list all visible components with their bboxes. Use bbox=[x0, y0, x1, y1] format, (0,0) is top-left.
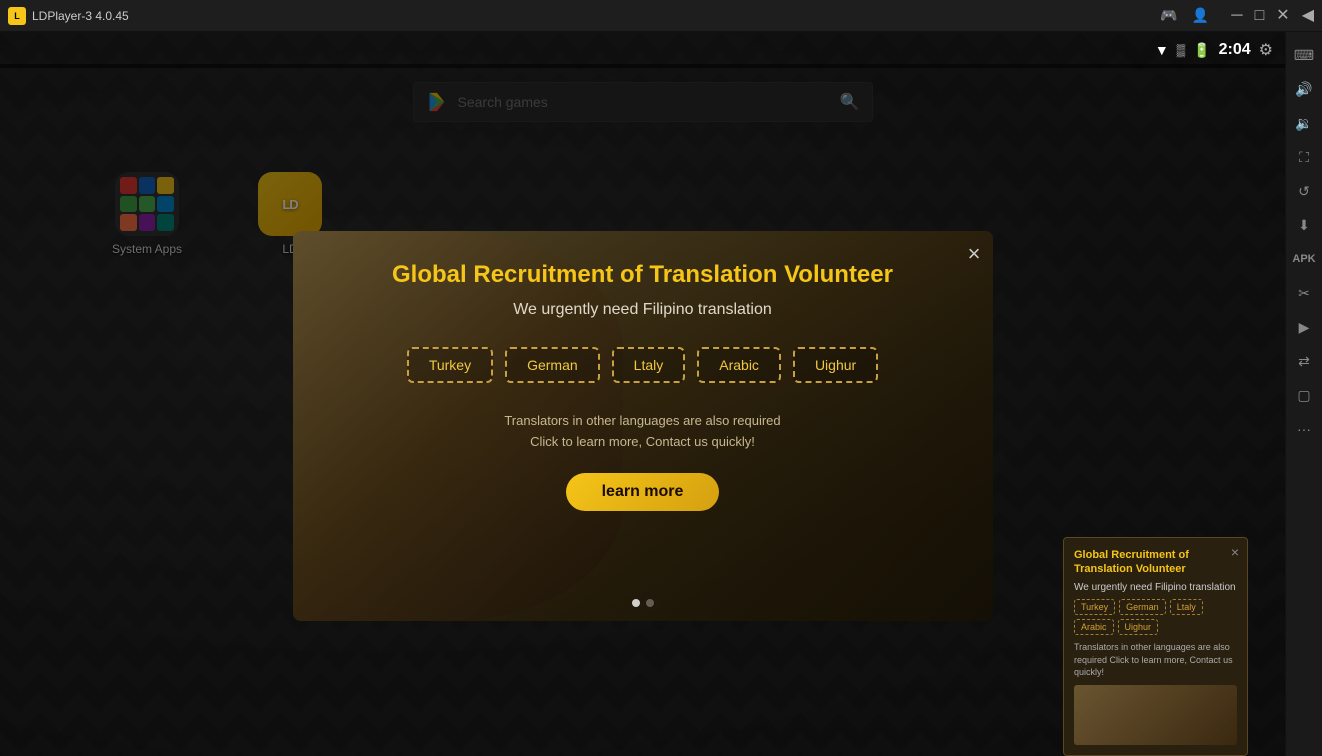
scissors-icon[interactable]: ✂ bbox=[1289, 278, 1319, 308]
volume-down-icon[interactable]: 🔉 bbox=[1289, 108, 1319, 138]
modal-title: Global Recruitment of Translation Volunt… bbox=[392, 261, 893, 289]
window-controls: ─ □ ✕ ◀ bbox=[1231, 8, 1314, 24]
modal-content: Global Recruitment of Translation Volunt… bbox=[293, 231, 993, 621]
emulator-area: ▼ ▒ 🔋 2:04 ⚙ 🔍 bbox=[0, 32, 1285, 756]
sync-icon[interactable]: ⇄ bbox=[1289, 346, 1319, 376]
right-sidebar: ⌨ 🔊 🔉 ⛶ ↺ ⬇ APK ✂ ▶ ⇄ ▢ ··· bbox=[1285, 32, 1322, 756]
wifi-icon: ▼ bbox=[1155, 42, 1169, 58]
modal-note: Translators in other languages are also … bbox=[504, 411, 780, 453]
signal-icon: ▒ bbox=[1177, 43, 1186, 57]
mini-notif-tags: Turkey German Ltaly Arabic Uighur bbox=[1074, 599, 1237, 635]
minimize-button[interactable]: ─ bbox=[1231, 8, 1242, 24]
resize-icon[interactable]: ⛶ bbox=[1289, 142, 1319, 172]
android-status-bar: ▼ ▒ 🔋 2:04 ⚙ bbox=[0, 32, 1285, 68]
tag-turkey[interactable]: Turkey bbox=[407, 347, 493, 383]
dot-2 bbox=[646, 599, 654, 607]
maximize-button[interactable]: □ bbox=[1255, 8, 1265, 24]
tag-uighur[interactable]: Uighur bbox=[793, 347, 878, 383]
mini-notification: × Global Recruitment of Translation Volu… bbox=[1063, 537, 1248, 756]
play-icon[interactable]: ▶ bbox=[1289, 312, 1319, 342]
title-bar-left: L LDPlayer-3 4.0.45 bbox=[8, 7, 129, 25]
modal-close-button[interactable]: × bbox=[968, 243, 981, 265]
apk-icon[interactable]: APK bbox=[1289, 244, 1319, 274]
dot-1 bbox=[632, 599, 640, 607]
mini-tag-ltaly[interactable]: Ltaly bbox=[1170, 599, 1203, 615]
download-icon[interactable]: ⬇ bbox=[1289, 210, 1319, 240]
close-button[interactable]: ✕ bbox=[1276, 8, 1289, 24]
recruitment-modal: × Global Recruitment of Translation Volu… bbox=[293, 231, 993, 621]
copy-icon[interactable]: ▢ bbox=[1289, 380, 1319, 410]
keyboard-icon[interactable]: ⌨ bbox=[1289, 40, 1319, 70]
status-right: ▼ ▒ 🔋 2:04 ⚙ bbox=[1155, 40, 1273, 60]
mini-tag-uighur[interactable]: Uighur bbox=[1118, 619, 1159, 635]
modal-subtitle: We urgently need Filipino translation bbox=[513, 301, 772, 319]
rotate-icon[interactable]: ↺ bbox=[1289, 176, 1319, 206]
mini-notif-close-button[interactable]: × bbox=[1231, 544, 1239, 560]
volume-up-icon[interactable]: 🔊 bbox=[1289, 74, 1319, 104]
mini-tag-arabic[interactable]: Arabic bbox=[1074, 619, 1114, 635]
title-bar-right: 🎮 👤 ─ □ ✕ ◀ bbox=[1160, 7, 1314, 24]
tag-ltaly[interactable]: Ltaly bbox=[612, 347, 686, 383]
mini-notif-note: Translators in other languages are also … bbox=[1074, 641, 1237, 679]
mini-notif-title: Global Recruitment of Translation Volunt… bbox=[1074, 548, 1237, 577]
user-icon[interactable]: 👤 bbox=[1192, 7, 1209, 24]
language-tags: Turkey German Ltaly Arabic Uighur bbox=[407, 347, 878, 383]
learn-more-button[interactable]: learn more bbox=[566, 473, 720, 511]
settings-icon[interactable]: ⚙ bbox=[1259, 40, 1273, 60]
mini-tag-german[interactable]: German bbox=[1119, 599, 1166, 615]
back-button[interactable]: ◀ bbox=[1302, 8, 1314, 24]
title-bar: L LDPlayer-3 4.0.45 🎮 👤 ─ □ ✕ ◀ bbox=[0, 0, 1322, 32]
modal-pagination bbox=[632, 599, 654, 607]
modal-note-line1: Translators in other languages are also … bbox=[504, 413, 780, 428]
app-logo: L bbox=[8, 7, 26, 25]
battery-icon: 🔋 bbox=[1193, 42, 1210, 59]
status-time: 2:04 bbox=[1219, 41, 1251, 59]
mini-notif-image bbox=[1074, 685, 1237, 745]
tag-arabic[interactable]: Arabic bbox=[697, 347, 781, 383]
modal-note-line2: Click to learn more, Contact us quickly! bbox=[530, 434, 755, 449]
mini-tag-turkey[interactable]: Turkey bbox=[1074, 599, 1115, 615]
tag-german[interactable]: German bbox=[505, 347, 600, 383]
app-title: LDPlayer-3 4.0.45 bbox=[32, 9, 129, 23]
mini-notif-subtitle: We urgently need Filipino translation bbox=[1074, 582, 1237, 593]
more-icon[interactable]: ··· bbox=[1289, 414, 1319, 444]
gamepad-icon[interactable]: 🎮 bbox=[1160, 7, 1177, 24]
